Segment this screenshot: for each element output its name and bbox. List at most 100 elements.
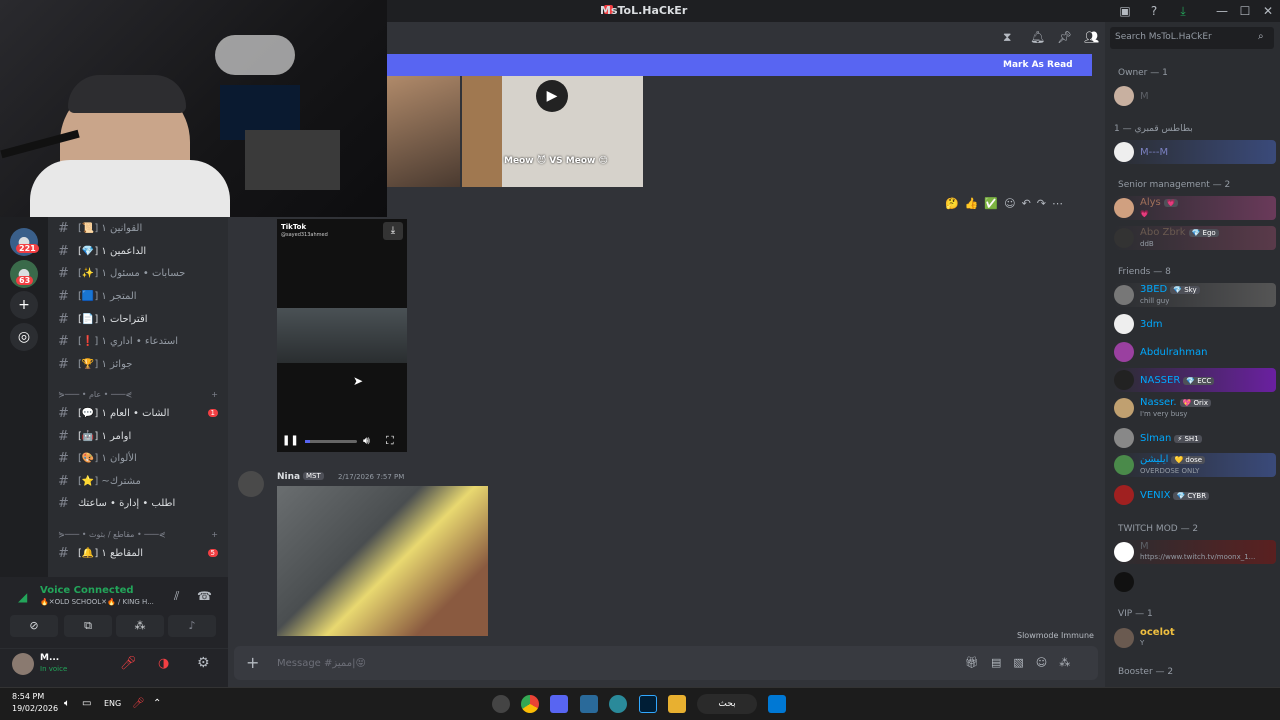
channel-item[interactable]: # [🎨] الألوان ۱ <box>58 447 226 469</box>
clock-time[interactable]: 8:54 PM <box>12 692 44 701</box>
inbox-icon[interactable]: ▣ <box>1117 3 1133 19</box>
gift-icon[interactable]: 🎁︎ <box>965 656 979 669</box>
chrome-icon[interactable] <box>521 695 539 713</box>
channel-item[interactable]: # [🤖] اوامر ۱ <box>58 425 226 447</box>
emoji-picker-icon[interactable]: ☺ <box>1036 656 1047 669</box>
check-icon[interactable]: ✅ <box>984 197 998 210</box>
soundboard-icon[interactable]: ♪ <box>168 615 216 637</box>
role-header: Senior management — 2 <box>1118 180 1231 190</box>
network-icon[interactable]: ▭ <box>82 698 91 709</box>
channel-item[interactable]: # اطلب • إدارة • ساعتك <box>58 492 226 514</box>
more-icon[interactable]: ⋯ <box>1052 197 1063 210</box>
settings-gear-icon[interactable]: ⚙ <box>197 655 210 671</box>
member-item[interactable]: ايليشن 💛 dose OVERDOSE ONLY <box>1114 453 1276 477</box>
edge-icon[interactable] <box>609 695 627 713</box>
member-item[interactable]: M <box>1114 84 1276 108</box>
member-item[interactable]: Abdulrahman <box>1114 340 1276 364</box>
members-icon[interactable]: 👥︎ <box>1084 30 1099 44</box>
discord-icon[interactable] <box>550 695 568 713</box>
volume-tray-icon[interactable]: 🔈︎ <box>64 698 70 709</box>
member-item[interactable]: ocelot Y <box>1114 626 1276 650</box>
reply-icon[interactable]: ↶ <box>1022 197 1031 210</box>
video-thumbnail[interactable] <box>387 76 460 187</box>
video-thumbnail[interactable] <box>462 76 502 187</box>
message-placeholder[interactable]: Message #مميز|😝 <box>277 658 366 669</box>
member-item[interactable]: VENIX 💎 CYBR <box>1114 483 1276 507</box>
member-item[interactable]: Abo Zbrk 💎 Ego ddB <box>1114 226 1276 250</box>
member-item[interactable]: Alys 💗 💗 <box>1114 196 1276 220</box>
channel-item[interactable]: # [❗] استدعاء • اداري ۱ <box>58 330 226 352</box>
channel-category[interactable]: ⋟─── • مقاطع / بثوث • ───⋞ + <box>58 530 218 539</box>
channel-item[interactable]: # [🔔] ۱ المقاطع 5 <box>58 542 218 564</box>
activities-icon[interactable]: ⁂ <box>116 615 164 637</box>
gif-icon[interactable]: ▤ <box>991 656 1001 669</box>
folder-icon[interactable] <box>668 695 686 713</box>
minimize-icon[interactable]: — <box>1214 3 1230 19</box>
emoji-icon[interactable]: 🤔 <box>945 197 959 210</box>
thumbs-up-icon[interactable]: 👍 <box>965 197 979 210</box>
channel-item[interactable]: # [🏆] جوائز ۱ <box>58 353 226 375</box>
forward-icon[interactable]: ↷ <box>1037 197 1046 210</box>
download-video-icon[interactable]: ⤓ <box>383 222 403 240</box>
channel-item[interactable]: # [📜] ۱ القوانين <box>58 217 226 239</box>
video-progress[interactable] <box>305 440 357 443</box>
member-item[interactable]: NASSER 💎 ECC <box>1114 368 1276 392</box>
member-item[interactable]: 3BED 💎 Sky chill guy <box>1114 283 1276 307</box>
add-server-icon[interactable]: + <box>10 291 38 319</box>
chevron-up-icon[interactable]: ⌃ <box>153 698 161 709</box>
video-thumbnail[interactable] <box>502 76 643 187</box>
camera-off-icon[interactable]: ⊘ <box>10 615 58 637</box>
channel-item[interactable]: # [💎] ۱ الداعمين <box>58 240 226 262</box>
mic-muted-icon[interactable]: 🎤︎ <box>120 656 137 671</box>
disconnect-icon[interactable]: ☎ <box>197 589 212 603</box>
channel-item[interactable]: # [⭐] ~مشترك <box>58 470 226 492</box>
search-input[interactable]: Search MsToL.HaCkEr <box>1110 27 1274 49</box>
member-item[interactable]: Nasser. 💖 Orix I'm very busy <box>1114 396 1276 420</box>
photoshop-icon[interactable] <box>639 695 657 713</box>
channel-item[interactable]: # [✨] حسابات • مسئول ۱ <box>58 262 226 284</box>
volume-icon[interactable]: 🔊︎ <box>363 434 370 448</box>
add-reaction-icon[interactable]: ☺ <box>1004 197 1015 210</box>
voice-channel[interactable]: 🔥✕OLD SCHOOL✕🔥 / KING H... <box>40 598 165 606</box>
noise-suppression-icon[interactable]: ⫽ <box>174 589 179 604</box>
obs-icon[interactable] <box>492 695 510 713</box>
avatar[interactable] <box>238 471 264 497</box>
pin-icon[interactable]: 📌︎ <box>1057 30 1072 44</box>
gif-image[interactable] <box>277 486 488 636</box>
voice-status[interactable]: Voice Connected <box>40 585 134 596</box>
channel-item[interactable]: # [🟦] ۱ المتجر <box>58 285 226 307</box>
member-item[interactable]: Slman ⚡ SH1 <box>1114 426 1276 450</box>
windows-start-icon[interactable] <box>768 695 786 713</box>
message-author[interactable]: Nina <box>277 472 300 482</box>
plus-icon[interactable]: + <box>246 653 259 672</box>
mark-read-button[interactable]: Mark As Read <box>1003 60 1073 70</box>
close-icon[interactable]: ✕ <box>1260 3 1276 19</box>
play-icon[interactable]: ▶ <box>536 80 568 112</box>
clock-date[interactable]: 19/02/2026 <box>12 704 58 713</box>
maximize-icon[interactable]: ☐ <box>1237 3 1253 19</box>
apps-icon[interactable]: ⁂ <box>1059 656 1070 669</box>
bell-icon[interactable]: 🔔︎ <box>1030 30 1045 44</box>
threads-icon[interactable]: ⧗ <box>1003 30 1011 45</box>
mic-tray-icon[interactable]: 🎤︎ <box>132 698 145 709</box>
sticker-icon[interactable]: ▧ <box>1013 656 1023 669</box>
help-icon[interactable]: ? <box>1146 3 1162 19</box>
member-item[interactable]: 3dm <box>1114 312 1276 336</box>
download-icon[interactable]: ⤓ <box>1175 3 1191 19</box>
member-item[interactable] <box>1114 570 1276 594</box>
channel-item[interactable]: # [📄] ۱ اقتراحات <box>58 308 226 330</box>
new-messages-bar[interactable] <box>387 54 1092 76</box>
channel-item[interactable]: # [💬] الشات • العام ۱1 <box>58 402 218 424</box>
fullscreen-icon[interactable]: ⛶ <box>386 434 394 448</box>
member-item[interactable]: Mhttps://www.twitch.tv/moonx_1... <box>1114 540 1276 564</box>
screenshare-icon[interactable]: ⧉ <box>64 615 112 637</box>
deafen-icon[interactable]: ◑ <box>158 656 169 671</box>
discover-icon[interactable]: ◎ <box>10 323 38 351</box>
language-indicator[interactable]: ENG <box>104 699 121 708</box>
avatar[interactable] <box>12 653 34 675</box>
member-item[interactable]: M---M <box>1114 140 1276 164</box>
app-icon[interactable] <box>580 695 598 713</box>
taskbar-search[interactable]: بحث <box>697 694 757 714</box>
channel-category[interactable]: ⋟─── • عام • ───⋞ + <box>58 390 218 399</box>
pause-icon[interactable]: ❚❚ <box>282 435 299 446</box>
